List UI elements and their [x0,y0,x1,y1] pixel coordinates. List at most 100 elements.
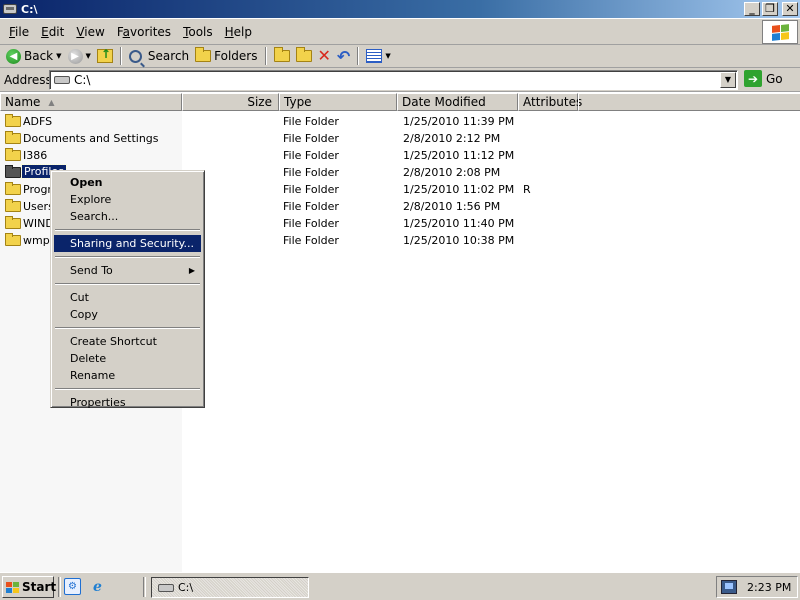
folders-label: Folders [214,49,258,63]
context-menu-send-to[interactable]: Send To ▶ [54,262,201,279]
start-label: Start [22,580,57,594]
context-menu-rename[interactable]: Rename [54,367,201,384]
back-arrow-icon: ◀ [6,48,21,64]
context-menu-copy[interactable]: Copy [54,306,201,323]
network-icon[interactable] [721,580,737,594]
folder-icon [5,131,21,144]
address-label: Address [4,72,52,87]
folder-icon [5,182,21,195]
column-header-size[interactable]: Size [182,93,279,111]
folders-icon [195,47,212,62]
forward-button[interactable]: ▶ ▼ [66,46,93,66]
forward-arrow-icon: ▶ [67,48,83,64]
window-controls: _ ❐ ✕ [744,2,798,16]
taskbar-divider [58,577,61,597]
delete-icon: ✕ [317,46,331,65]
context-menu-cut[interactable]: Cut [54,289,201,306]
address-dropdown-button[interactable]: ▼ [720,72,736,88]
menu-separator [55,283,200,285]
drive-icon [54,76,70,84]
search-label: Search [147,49,190,63]
taskbar-window-label: C:\ [178,581,194,594]
windows-logo-icon [762,20,798,44]
context-menu-sharing-and-security[interactable]: Sharing and Security... [54,235,201,252]
title-bar[interactable]: C:\ _ ❐ ✕ [0,0,800,18]
server-manager-icon[interactable]: ⚙ [64,578,81,595]
toolbar-separator [119,47,122,65]
delete-button[interactable]: ✕ [316,46,333,66]
search-button[interactable]: Search [127,46,191,66]
move-to-button[interactable] [272,46,292,66]
context-menu-open[interactable]: Open [54,174,201,191]
go-arrow-icon: ➔ [744,70,762,87]
taskbar-window-button[interactable]: C:\ [151,577,309,598]
undo-button[interactable]: ↶ [335,46,352,66]
column-header-date-modified[interactable]: Date Modified [397,93,518,111]
move-to-icon [273,47,290,62]
go-label: Go [766,71,783,86]
internet-explorer-icon[interactable]: e [89,578,106,595]
context-menu-create-shortcut[interactable]: Create Shortcut [54,333,201,350]
system-tray: 2:23 PM [716,576,798,598]
maximize-button[interactable]: ❐ [762,2,778,16]
address-input[interactable]: C:\ ▼ [49,70,738,90]
column-header-name[interactable]: Name ▲ [0,93,182,111]
list-item[interactable]: ADFS File Folder 1/25/2010 11:39 PM [0,113,800,130]
folder-up-icon [96,47,113,63]
menu-file[interactable]: File [3,25,35,39]
menu-bar: File Edit View Favorites Tools Help [0,19,800,45]
menu-favorites[interactable]: Favorites [111,25,177,39]
context-menu: Open Explore Search... Sharing and Secur… [50,170,205,411]
views-icon [366,49,383,63]
back-dropdown-icon[interactable]: ▼ [56,52,61,60]
back-label: Back [24,49,54,63]
list-item[interactable]: I386 File Folder 1/25/2010 11:12 PM [0,147,800,164]
folder-icon [5,114,21,127]
quick-launch: ⚙ e [64,578,106,595]
copy-to-button[interactable] [294,46,314,66]
context-menu-search[interactable]: Search... [54,208,201,225]
clock[interactable]: 2:23 PM [747,581,791,594]
column-header-attributes[interactable]: Attributes [518,93,582,111]
menu-edit[interactable]: Edit [35,25,70,39]
close-button[interactable]: ✕ [782,2,798,16]
toolbar-separator [357,47,360,65]
menu-separator [55,388,200,390]
sort-ascending-icon: ▲ [48,97,55,107]
go-button[interactable]: ➔ Go [744,70,783,87]
drive-icon [158,583,174,592]
up-folder-button[interactable] [95,46,115,66]
context-menu-explore[interactable]: Explore [54,191,201,208]
views-dropdown-icon: ▼ [385,52,391,60]
back-button[interactable]: ◀ Back ▼ [4,46,64,66]
context-menu-properties[interactable]: Properties [54,394,201,411]
minimize-button[interactable]: _ [744,2,760,16]
menu-help[interactable]: Help [219,25,258,39]
list-item[interactable]: Documents and Settings File Folder 2/8/2… [0,130,800,147]
menu-separator [55,327,200,329]
taskbar-divider [143,577,146,597]
start-button[interactable]: Start [2,576,57,598]
toolbar: ◀ Back ▼ ▶ ▼ Search Folders ✕ ↶ ▼ [0,45,800,68]
menu-separator [55,256,200,258]
folder-icon [5,199,21,212]
forward-dropdown-icon[interactable]: ▼ [86,52,91,60]
column-header-type[interactable]: Type [279,93,397,111]
views-button[interactable]: ▼ [364,46,392,66]
drive-icon [3,4,17,14]
menu-tools[interactable]: Tools [177,25,219,39]
taskbar: Start ⚙ e C:\ 2:23 PM [0,572,800,600]
toolbar-separator [264,47,267,65]
window-title: C:\ [21,2,38,16]
folder-icon [5,165,21,178]
context-menu-delete[interactable]: Delete [54,350,201,367]
address-bar: Address C:\ ▼ ➔ Go [0,68,800,92]
menu-view[interactable]: View [70,25,110,39]
folder-icon [5,148,21,161]
column-headers: Name ▲ Size Type Date Modified Attributes [0,93,800,111]
search-icon [128,49,142,63]
address-value: C:\ [74,73,91,87]
folders-button[interactable]: Folders [193,46,259,66]
column-header-filler [578,93,800,111]
windows-logo-icon [6,581,19,593]
